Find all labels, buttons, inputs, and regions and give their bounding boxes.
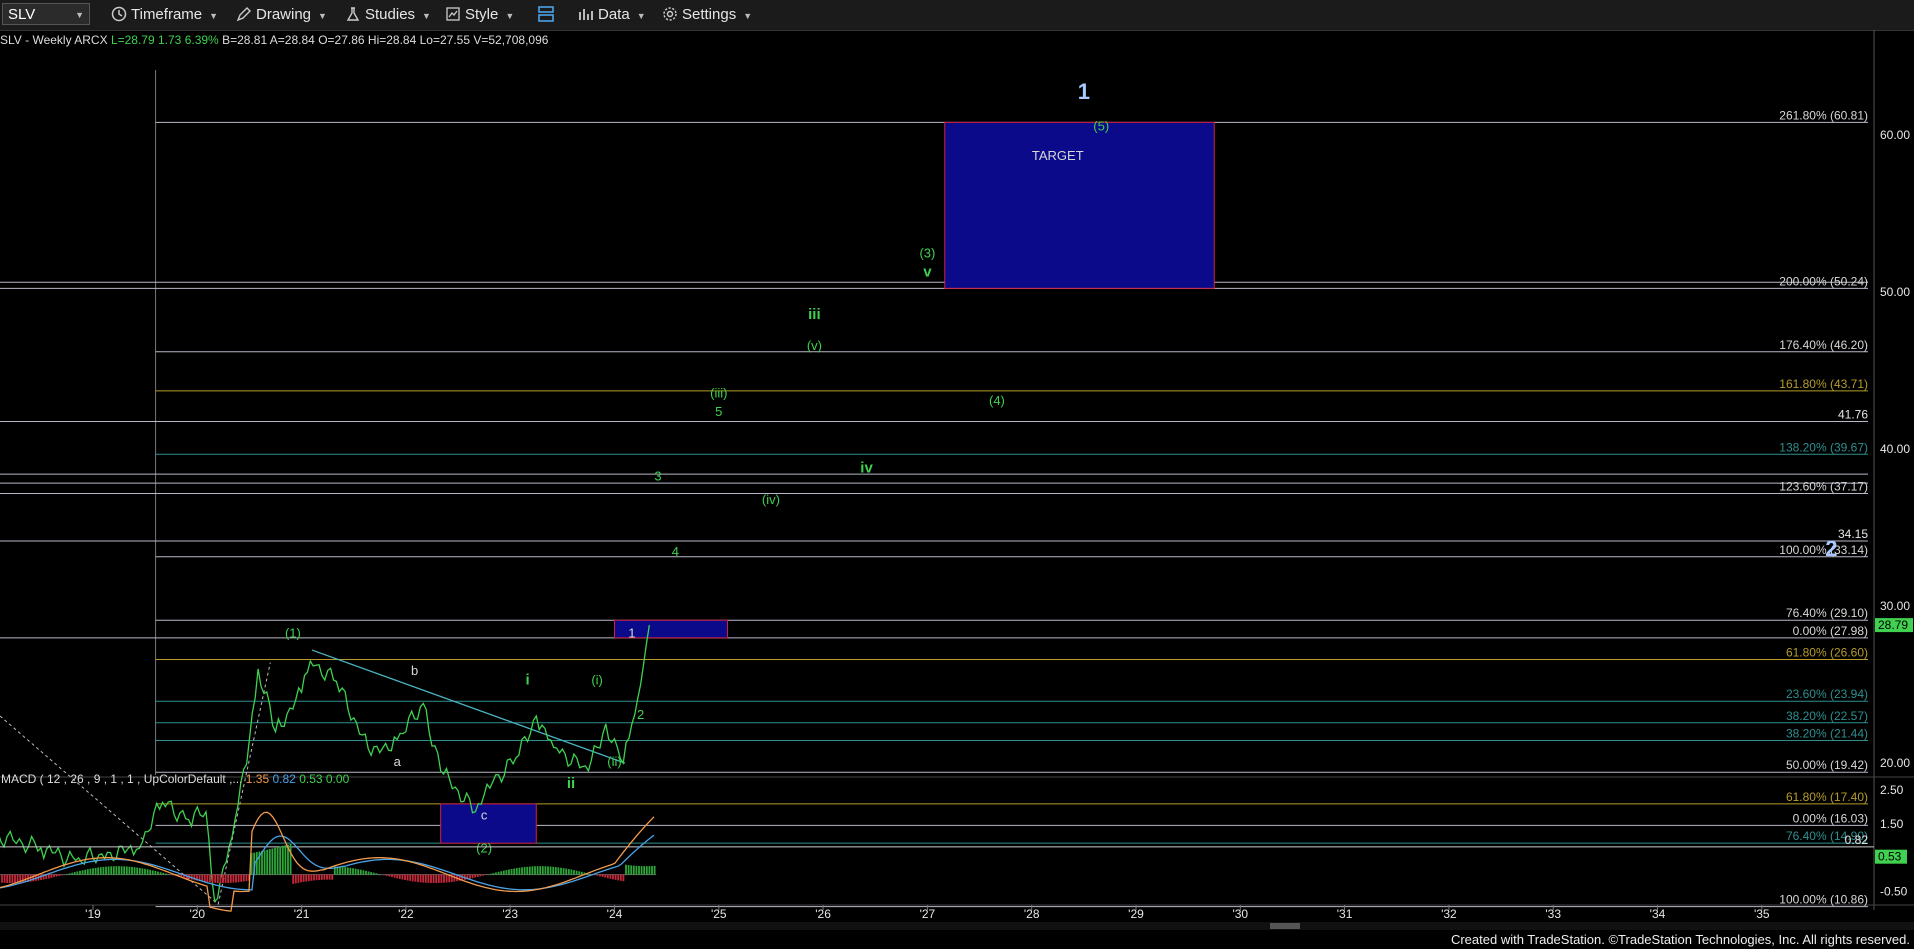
- fib-level-label: 100.00% (10.86): [1779, 893, 1868, 907]
- time-axis-tick: '31: [1337, 907, 1353, 921]
- fib-level-label: 138.20% (39.67): [1779, 440, 1868, 454]
- time-axis-tick: '30: [1232, 907, 1248, 921]
- time-axis-tick: '28: [1024, 907, 1040, 921]
- fib-level-label: 38.20% (22.57): [1786, 709, 1868, 723]
- price-level-label: 34.15: [1838, 527, 1868, 541]
- time-axis-tick: '33: [1545, 907, 1561, 921]
- fib-level-label: 0.00% (27.98): [1793, 624, 1868, 638]
- wave-label: (v): [807, 338, 822, 353]
- fib-level-label: 123.60% (37.17): [1779, 480, 1868, 494]
- wave-label: v: [923, 263, 932, 280]
- wave-label: TARGET: [1032, 148, 1084, 163]
- price-series-line: [0, 625, 650, 903]
- macd-last-badge-text: 0.53: [1878, 850, 1902, 864]
- time-axis-tick: '35: [1754, 907, 1770, 921]
- fib-level-label: 23.60% (23.94): [1786, 687, 1868, 701]
- macd-title: MACD ( 12 , 26 , 9 , 1 , 1 , UpColorDefa…: [1, 772, 243, 786]
- wave-label: ii: [567, 775, 575, 792]
- wave-label: b: [411, 663, 418, 678]
- macd-zero-value: 0.00: [325, 772, 350, 786]
- wave-label: (2): [476, 841, 492, 856]
- time-axis-tick: '22: [398, 907, 414, 921]
- macd-hist-value: 0.53: [299, 772, 323, 786]
- price-axis-tick: 20.00: [1880, 756, 1910, 770]
- wave-label: c: [481, 808, 488, 823]
- last-price-badge-text: 28.79: [1878, 618, 1908, 632]
- wave-label: i: [525, 672, 529, 689]
- wave-label: 1: [628, 626, 635, 641]
- macd-label: MACD ( 12 , 26 , 9 , 1 , 1 , UpColorDefa…: [1, 772, 349, 786]
- copyright-footer: Created with TradeStation. ©TradeStation…: [1450, 932, 1910, 947]
- time-axis-tick: '25: [711, 907, 727, 921]
- macd-level-label: 0.82: [1845, 833, 1869, 847]
- fib-level-label: 61.80% (26.60): [1786, 645, 1868, 659]
- wave-label: 4: [672, 544, 679, 559]
- time-axis-tick: '26: [815, 907, 831, 921]
- wave-label: (5): [1093, 118, 1109, 133]
- wave-label: 2: [637, 707, 644, 722]
- fib-level-label: 0.00% (16.03): [1793, 811, 1868, 825]
- wave-label: (4): [989, 393, 1005, 408]
- price-axis-tick: 40.00: [1880, 442, 1910, 456]
- time-axis-tick: '23: [502, 907, 518, 921]
- wave-label: 3: [654, 469, 661, 484]
- price-chart[interactable]: 261.80% (60.81) 200.00% (50.24) 176.40% (4…: [0, 0, 1914, 949]
- fib-level-label: 200.00% (50.24): [1779, 274, 1868, 288]
- macd-line: [0, 811, 655, 912]
- wave-label: (1): [285, 626, 301, 641]
- wave-label: iii: [808, 306, 821, 323]
- time-axis-tick: '34: [1650, 907, 1666, 921]
- fib-level-label: 161.80% (43.71): [1779, 377, 1868, 391]
- fib-level-label: 38.20% (21.44): [1786, 726, 1868, 740]
- price-level-label: 41.76: [1838, 407, 1868, 421]
- wave-label: (ii): [607, 754, 621, 769]
- wave-label: 1: [1078, 79, 1090, 104]
- fib-level-label: 261.80% (60.81): [1779, 108, 1868, 122]
- wave-label: (3): [919, 246, 935, 261]
- wave-2-box: [440, 803, 537, 844]
- scrollbar-thumb[interactable]: [1270, 923, 1300, 929]
- time-axis-tick: '27: [920, 907, 936, 921]
- wave-label: 5: [715, 404, 722, 419]
- fib-level-label: 61.80% (17.40): [1786, 790, 1868, 804]
- time-axis-tick: '29: [1128, 907, 1144, 921]
- downtrend-line: [311, 649, 626, 764]
- wave-label: 2: [1825, 536, 1837, 561]
- fib-level-label: 76.40% (29.10): [1786, 606, 1868, 620]
- price-axis-tick: 30.00: [1880, 599, 1910, 613]
- time-axis-tick: '32: [1441, 907, 1457, 921]
- fib-level-label: 50.00% (19.42): [1786, 758, 1868, 772]
- time-axis-tick: '19: [85, 907, 101, 921]
- wave-label: (iv): [762, 492, 780, 507]
- wave-label: iv: [860, 460, 873, 477]
- fib-level-label: 100.00% (33.14): [1779, 543, 1868, 557]
- macd-signal-value: 0.82: [272, 772, 296, 786]
- time-axis-tick: '20: [189, 907, 205, 921]
- macd-axis-tick: -0.50: [1880, 884, 1908, 898]
- price-axis-tick: 50.00: [1880, 285, 1910, 299]
- macd-histogram: [1, 843, 656, 884]
- macd-axis-tick: 2.50: [1880, 783, 1904, 797]
- horizontal-scrollbar[interactable]: [0, 922, 1914, 930]
- wave-label: (i): [591, 673, 603, 688]
- wave-label: a: [394, 754, 402, 769]
- fib-level-label: 176.40% (46.20): [1779, 338, 1868, 352]
- wave-label: (iii): [710, 385, 727, 400]
- macd-value: 1.35: [245, 772, 270, 786]
- price-axis-tick: 60.00: [1880, 128, 1910, 142]
- macd-axis-tick: 1.50: [1880, 817, 1904, 831]
- time-axis-tick: '24: [607, 907, 623, 921]
- time-axis-tick: '21: [294, 907, 310, 921]
